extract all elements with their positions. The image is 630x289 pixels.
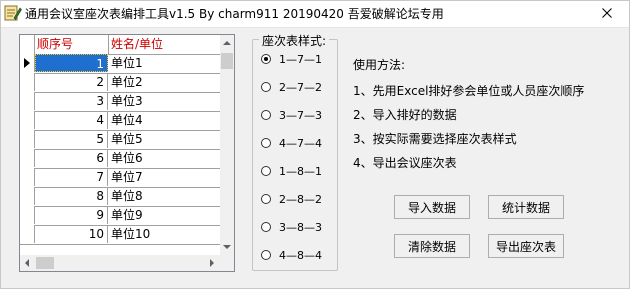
scroll-left-icon[interactable] — [25, 259, 29, 267]
cell-order-number[interactable]: 7 — [35, 168, 108, 186]
seat-style-radio-option[interactable]: 2—8—2 — [261, 192, 335, 208]
cell-unit-name[interactable]: 单位10 — [109, 225, 220, 243]
seat-style-group: 座次表样式: 1—7—1 2—7—2 3—7—3 4—7—4 1—8—1 2—8—2 3—8… — [252, 32, 338, 271]
radio-selected-dot-icon — [264, 57, 268, 61]
import-data-button[interactable]: 导入数据 — [394, 195, 470, 219]
seat-style-radio-option[interactable]: 1—8—1 — [261, 164, 335, 180]
usage-step-1: 1、先用Excel排好参会单位或人员座次顺序 — [353, 84, 585, 98]
cell-unit-name[interactable]: 单位8 — [109, 187, 220, 205]
cell-unit-name[interactable]: 单位7 — [109, 168, 220, 186]
cell-order-number[interactable]: 5 — [35, 130, 108, 148]
row-header[interactable] — [20, 54, 35, 72]
radio-button[interactable] — [261, 194, 271, 204]
seat-style-radio-option[interactable]: 3—7—3 — [261, 108, 335, 124]
grid-header-corner — [20, 35, 35, 54]
row-header[interactable] — [20, 168, 35, 186]
row-header[interactable] — [20, 111, 35, 129]
table-row[interactable]: 9 单位9 — [20, 206, 220, 226]
usage-step-2: 2、导入排好的数据 — [353, 108, 457, 122]
table-row[interactable]: 1 单位1 — [20, 54, 220, 74]
table-row[interactable]: 8 单位8 — [20, 187, 220, 207]
radio-button[interactable] — [261, 166, 271, 176]
window-title: 通用会议室座次表编排工具v1.5 By charm911 20190420 吾爱… — [25, 7, 444, 21]
cell-order-number[interactable]: 4 — [35, 111, 108, 129]
row-header[interactable] — [20, 206, 35, 224]
export-seat-chart-button[interactable]: 导出座次表 — [488, 234, 564, 258]
horizontal-scrollbar[interactable] — [20, 255, 220, 271]
seat-style-radio-option[interactable]: 1—7—1 — [261, 52, 335, 68]
close-icon — [602, 8, 612, 18]
pencil-app-icon — [4, 4, 22, 22]
radio-option-label: 1—7—1 — [279, 53, 322, 66]
radio-option-label: 1—8—1 — [279, 165, 322, 178]
table-row[interactable]: 3 单位3 — [20, 92, 220, 112]
table-row[interactable]: 10 单位10 — [20, 225, 220, 245]
row-header[interactable] — [20, 187, 35, 205]
row-header[interactable] — [20, 73, 35, 91]
table-row[interactable]: 4 单位4 — [20, 111, 220, 131]
scroll-down-icon[interactable] — [223, 245, 231, 249]
radio-button[interactable] — [261, 110, 271, 120]
cell-order-number[interactable]: 9 — [35, 206, 108, 224]
table-row[interactable]: 6 单位6 — [20, 149, 220, 169]
radio-button[interactable] — [261, 54, 271, 64]
row-header[interactable] — [20, 92, 35, 110]
radio-option-label: 4—8—4 — [279, 249, 322, 262]
cell-order-number[interactable]: 6 — [35, 149, 108, 167]
seat-style-radio-option[interactable]: 4—8—4 — [261, 248, 335, 264]
row-header[interactable] — [20, 225, 35, 243]
grid-header-row: 顺序号 姓名/单位 — [20, 35, 220, 55]
cell-unit-name[interactable]: 单位3 — [109, 92, 220, 110]
radio-button[interactable] — [261, 138, 271, 148]
cell-unit-name[interactable]: 单位4 — [109, 111, 220, 129]
stats-data-button[interactable]: 统计数据 — [488, 195, 564, 219]
row-header[interactable] — [20, 130, 35, 148]
seat-style-radio-option[interactable]: 3—8—3 — [261, 220, 335, 236]
table-row[interactable]: 2 单位2 — [20, 73, 220, 93]
cell-order-number[interactable]: 3 — [35, 92, 108, 110]
cell-unit-name[interactable]: 单位9 — [109, 206, 220, 224]
app-window: 通用会议室座次表编排工具v1.5 By charm911 20190420 吾爱… — [0, 0, 630, 289]
radio-button[interactable] — [261, 250, 271, 260]
usage-step-4: 4、导出会议座次表 — [353, 156, 457, 170]
cell-order-number[interactable]: 8 — [35, 187, 108, 205]
data-grid[interactable]: 顺序号 姓名/单位 1 单位1 2 单位2 3 单位3 4 单位4 5 单位5 6 单位6 7 单位7 8 单… — [19, 34, 235, 272]
radio-option-label: 4—7—4 — [279, 137, 322, 150]
vertical-scroll-thumb[interactable] — [221, 53, 233, 69]
clear-data-button[interactable]: 清除数据 — [394, 234, 470, 258]
current-row-pointer-icon — [24, 58, 30, 68]
vertical-scrollbar[interactable] — [220, 35, 234, 255]
radio-option-label: 2—7—2 — [279, 81, 322, 94]
seat-style-title: 座次表样式: — [259, 32, 330, 49]
radio-button[interactable] — [261, 222, 271, 232]
radio-option-label: 3—7—3 — [279, 109, 322, 122]
close-button[interactable] — [585, 1, 629, 25]
cell-unit-name[interactable]: 单位2 — [109, 73, 220, 91]
cell-order-number[interactable]: 10 — [35, 225, 108, 243]
seat-style-radio-option[interactable]: 2—7—2 — [261, 80, 335, 96]
cell-order-number[interactable]: 1 — [35, 54, 108, 72]
usage-heading: 使用方法: — [353, 58, 406, 72]
scroll-right-icon[interactable] — [210, 259, 214, 267]
table-row[interactable]: 5 单位5 — [20, 130, 220, 150]
horizontal-scroll-thumb[interactable] — [36, 257, 54, 269]
radio-button[interactable] — [261, 82, 271, 92]
cell-unit-name[interactable]: 单位1 — [109, 54, 220, 72]
title-bar[interactable]: 通用会议室座次表编排工具v1.5 By charm911 20190420 吾爱… — [1, 1, 629, 28]
column-header-name[interactable]: 姓名/单位 — [109, 35, 220, 54]
column-header-order[interactable]: 顺序号 — [35, 35, 109, 54]
cell-unit-name[interactable]: 单位5 — [109, 130, 220, 148]
scroll-up-icon[interactable] — [223, 41, 231, 45]
seat-style-radio-option[interactable]: 4—7—4 — [261, 136, 335, 152]
radio-option-label: 3—8—3 — [279, 221, 322, 234]
cell-unit-name[interactable]: 单位6 — [109, 149, 220, 167]
cell-order-number[interactable]: 2 — [35, 73, 108, 91]
table-row[interactable]: 7 单位7 — [20, 168, 220, 188]
scrollbar-corner — [220, 255, 234, 271]
row-header[interactable] — [20, 149, 35, 167]
usage-step-3: 3、按实际需要选择座次表样式 — [353, 132, 517, 146]
radio-option-label: 2—8—2 — [279, 193, 322, 206]
